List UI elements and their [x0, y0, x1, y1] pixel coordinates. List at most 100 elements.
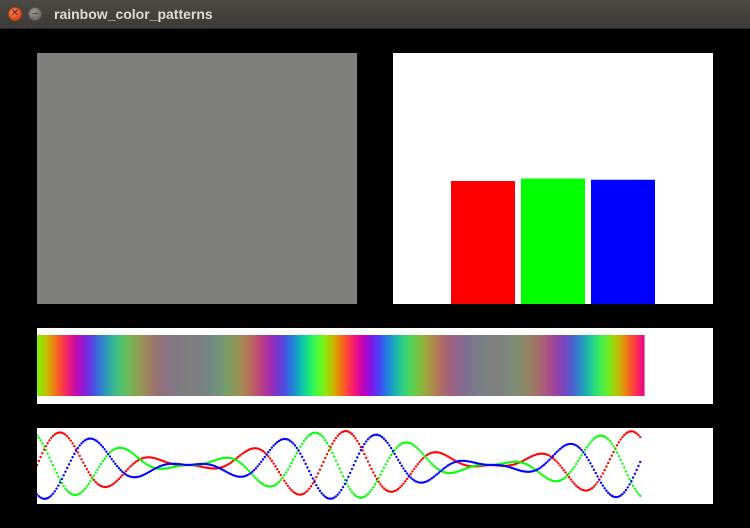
wave-point-green [421, 453, 425, 456]
wave-point-green [302, 439, 306, 443]
wave-point-blue [78, 444, 81, 447]
wave-point-blue [409, 476, 412, 479]
wave-point-blue [297, 449, 300, 452]
wave-point-green [299, 445, 302, 448]
wave-point-blue [601, 484, 605, 487]
bar-blue [591, 179, 655, 304]
wave-point-blue [74, 449, 78, 453]
strip-segment [641, 335, 645, 396]
wave-point-red [558, 464, 562, 467]
wave-point-green [57, 475, 60, 478]
wave-point-blue [381, 435, 384, 439]
wave-point-red [41, 452, 44, 455]
wave-point-green [80, 491, 83, 494]
title-bar: ✕ – rainbow_color_patterns [0, 0, 750, 29]
wave-point-blue [345, 479, 348, 482]
wave-point-blue [542, 463, 546, 466]
wave-point-blue [582, 450, 585, 454]
wave-point-blue [397, 458, 400, 462]
wave-point-green [331, 451, 334, 455]
wave-point-blue [388, 444, 391, 447]
wave-point-green [416, 447, 419, 450]
wave-point-red [308, 487, 311, 490]
wave-point-blue [106, 452, 110, 456]
wave-point-red [418, 460, 421, 464]
wave-point-blue [64, 470, 67, 473]
wave-point-blue [110, 457, 113, 461]
wave-point-blue [590, 465, 594, 468]
wave-point-green [293, 455, 297, 458]
wave-point-red [356, 439, 359, 443]
wave-point-blue [66, 466, 69, 470]
wave-point-blue [300, 455, 304, 459]
wave-point-red [413, 467, 416, 471]
wave-point-blue [382, 437, 386, 440]
wave-point-blue [251, 470, 254, 474]
wave-point-green [373, 483, 377, 486]
wave-point-blue [357, 452, 361, 455]
close-icon[interactable]: ✕ [8, 7, 22, 21]
rgb-bar-chart [451, 178, 655, 304]
minimize-icon[interactable]: – [28, 7, 42, 21]
wave-point-green [279, 478, 282, 482]
wave-point-green [332, 455, 336, 458]
wave-point-blue [258, 462, 261, 466]
wave-point-blue [343, 482, 347, 486]
wave-point-red [279, 473, 282, 477]
wave-point-green [388, 456, 391, 460]
wave-point-green [569, 470, 573, 473]
wave-point-blue [263, 455, 266, 459]
wave-point-red [553, 458, 557, 461]
wave-point-green [377, 476, 380, 480]
wave-point-red [50, 436, 53, 440]
wave-point-red [404, 480, 407, 483]
wave-point-red [73, 444, 76, 448]
rgb-wave-chart [37, 429, 642, 501]
wave-point-blue [309, 473, 313, 477]
wave-point-blue [592, 468, 596, 471]
wave-point-green [589, 441, 592, 444]
wave-point-blue [624, 488, 628, 492]
wave-point-blue [580, 448, 583, 452]
wave-point-green [48, 456, 51, 459]
wave-point-green [414, 445, 418, 449]
wave-point-blue [583, 453, 587, 456]
wave-point-red [115, 479, 119, 482]
wave-point-blue [348, 471, 352, 475]
wave-point-blue [356, 456, 359, 459]
wave-point-green [372, 486, 375, 489]
wave-point-green [628, 477, 631, 481]
wave-point-red [263, 451, 266, 454]
wave-point-red [48, 439, 51, 442]
wave-point-blue [336, 493, 339, 496]
wave-point-green [276, 482, 279, 485]
wave-point-red [46, 441, 49, 445]
wave-point-blue [628, 483, 631, 486]
wave-point-green [94, 471, 97, 474]
wave-point-blue [635, 468, 638, 472]
wave-point-red [94, 480, 97, 484]
wave-point-green [105, 455, 108, 458]
wave-point-blue [366, 438, 370, 441]
wave-point-blue [389, 446, 393, 450]
wave-point-red [409, 472, 412, 476]
wave-point-blue [76, 446, 80, 450]
wave-point-green [292, 458, 295, 461]
wave-point-blue [347, 475, 350, 478]
wave-point-red [324, 456, 327, 460]
wave-point-red [623, 433, 626, 437]
wave-point-blue [268, 448, 272, 452]
wave-point-green [252, 475, 256, 478]
wave-point-red [318, 468, 322, 471]
wave-point-green [617, 454, 621, 458]
bar-red [451, 181, 515, 304]
wave-point-green [566, 474, 569, 477]
wave-point-red [82, 461, 85, 464]
wave-point-red [411, 470, 414, 473]
wave-point-green [50, 460, 53, 463]
wave-point-green [53, 468, 56, 471]
wave-point-red [562, 468, 565, 472]
wave-point-green [90, 477, 94, 480]
wave-point-red [400, 484, 403, 487]
wave-point-green [290, 461, 293, 465]
